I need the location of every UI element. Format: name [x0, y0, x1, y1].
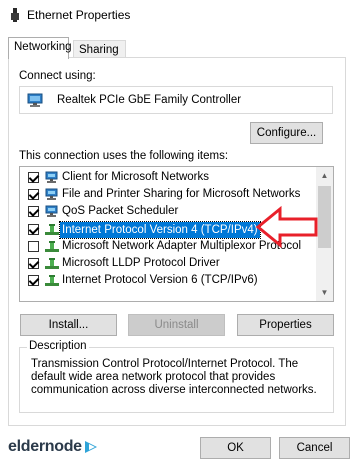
list-item[interactable]: Internet Protocol Version 6 (TCP/IPv6) [20, 273, 317, 290]
adapter-field: Realtek PCIe GbE Family Controller [19, 86, 333, 114]
protocol-icon [45, 223, 59, 235]
annotation-arrow-icon [256, 205, 318, 249]
description-legend: Description [27, 340, 89, 352]
ethernet-adapter-icon [11, 8, 19, 22]
items-list-label: This connection uses the following items… [19, 150, 229, 162]
network-client-icon [45, 188, 58, 201]
tab-sharing[interactable]: Sharing [73, 40, 126, 58]
ok-button[interactable]: OK [200, 437, 271, 459]
item-checkbox[interactable] [28, 189, 39, 201]
list-item-label: QoS Packet Scheduler [62, 205, 179, 218]
protocol-icon [45, 240, 59, 252]
install-button[interactable]: Install... [20, 314, 117, 336]
item-checkbox[interactable] [28, 275, 39, 287]
logo-play-icon [84, 441, 97, 453]
item-checkbox[interactable] [28, 240, 39, 252]
protocol-icon [45, 258, 59, 269]
list-item-label: File and Printer Sharing for Microsoft N… [62, 188, 301, 201]
scroll-up-icon[interactable]: ▲ [316, 167, 333, 184]
item-checkbox[interactable] [28, 223, 39, 235]
list-item[interactable]: Client for Microsoft Networks [20, 170, 317, 187]
tab-networking[interactable]: Networking [8, 37, 72, 59]
item-checkbox[interactable] [28, 172, 39, 183]
logo-wordmark: eldernode [8, 438, 82, 455]
list-item[interactable]: Microsoft LLDP Protocol Driver [20, 256, 317, 273]
adapter-name: Realtek PCIe GbE Family Controller [57, 94, 242, 106]
configure-button[interactable]: Configure... [250, 122, 323, 144]
item-checkbox[interactable] [28, 206, 39, 218]
eldernode-logo: eldernode [8, 436, 98, 458]
list-item-label: Client for Microsoft Networks [62, 171, 209, 183]
ethernet-properties-dialog: Ethernet Properties Networking Sharing C… [0, 0, 354, 465]
list-item[interactable]: File and Printer Sharing for Microsoft N… [20, 187, 317, 204]
cancel-button[interactable]: Cancel [279, 437, 350, 459]
network-client-icon [45, 205, 58, 218]
window-title: Ethernet Properties [27, 8, 131, 22]
list-item-label: Internet Protocol Version 6 (TCP/IPv6) [62, 274, 258, 287]
description-text: Transmission Control Protocol/Internet P… [31, 358, 317, 396]
list-item-label: Microsoft LLDP Protocol Driver [62, 257, 220, 269]
item-checkbox[interactable] [28, 258, 39, 269]
properties-button[interactable]: Properties [237, 314, 334, 336]
network-client-icon [45, 171, 58, 183]
network-adapter-icon [27, 93, 43, 107]
scroll-down-icon[interactable]: ▼ [316, 284, 333, 301]
title-bar: Ethernet Properties [0, 0, 354, 30]
connect-using-label: Connect using: [19, 70, 96, 82]
protocol-icon [45, 275, 59, 287]
uninstall-button[interactable]: Uninstall [128, 314, 225, 336]
list-item-label: Internet Protocol Version 4 (TCP/IPv4) [59, 220, 261, 239]
